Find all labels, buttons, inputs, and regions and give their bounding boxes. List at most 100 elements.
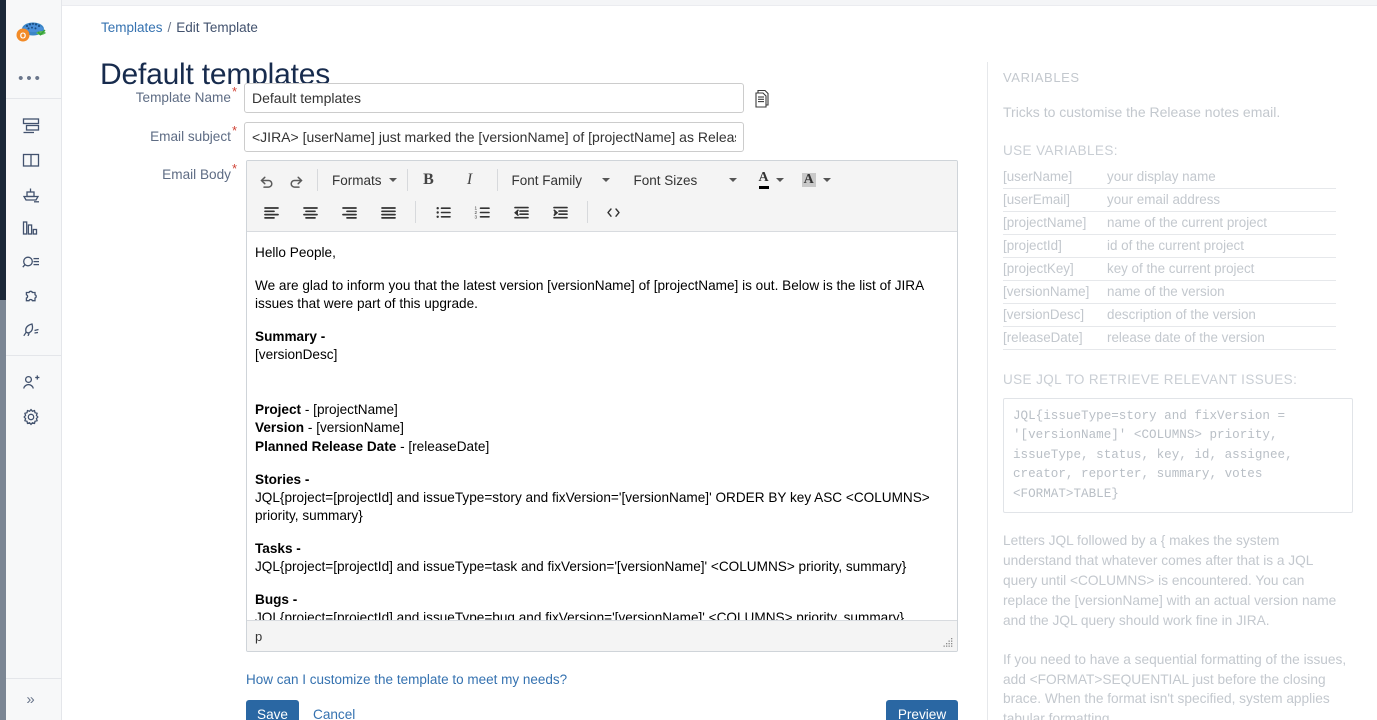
body-summary-heading: Summary - [255, 328, 945, 346]
tasks-heading-text: Tasks - [255, 540, 301, 556]
body-summary-value: [versionDesc] [255, 347, 338, 363]
puzzle-components-icon [25, 290, 37, 302]
sidebar-item-board[interactable] [0, 143, 61, 177]
sidebar-item-reports[interactable] [0, 211, 61, 245]
sidebar-item-issues[interactable] [0, 245, 61, 279]
preview-button[interactable]: Preview [886, 700, 958, 720]
background-color-button[interactable]: A [794, 166, 835, 194]
breadcrumb-separator: / [167, 20, 172, 35]
indent-button[interactable] [546, 198, 574, 226]
source-code-button[interactable] [599, 198, 627, 226]
sidebar-item-rocket[interactable] [0, 313, 61, 347]
cancel-button[interactable]: Cancel [302, 700, 366, 720]
editor-element-path: p [255, 628, 263, 644]
formats-label: Formats [332, 172, 382, 188]
customize-template-help-link[interactable]: How can I customize the template to meet… [246, 672, 567, 687]
align-center-button[interactable] [296, 198, 324, 226]
table-row: [userEmail] your email address [1003, 188, 1336, 212]
bullet-list-button[interactable] [429, 198, 457, 226]
meta-release-date: Planned Release Date - [releaseDate] [255, 438, 945, 456]
variable-key: [userName] [1003, 165, 1107, 189]
numbered-list-icon: 1 2 3 [474, 205, 490, 219]
variable-key: [projectKey] [1003, 257, 1107, 281]
toolbar-separator-1 [317, 169, 318, 191]
toolbar-separator-4 [415, 201, 416, 223]
variable-desc: release date of the version [1107, 326, 1336, 350]
editor-resize-handle[interactable] [943, 638, 953, 648]
outdent-icon [513, 206, 529, 218]
template-name-label: Template Name* [62, 85, 237, 105]
email-body-content[interactable]: Hello People, We are glad to inform you … [247, 232, 957, 620]
project-avatar[interactable]: O [14, 16, 48, 50]
sidebar-item-releases[interactable] [0, 177, 61, 211]
rocket-icon [22, 323, 39, 337]
table-row: [releaseDate] release date of the version [1003, 326, 1336, 350]
save-button[interactable]: Save [246, 700, 299, 720]
align-left-icon [263, 206, 279, 219]
meta-project: Project - [projectName] [255, 401, 945, 419]
copy-icon [755, 89, 769, 108]
bold-button[interactable]: B [415, 166, 443, 194]
redo-button[interactable] [282, 166, 310, 194]
align-justify-button[interactable] [374, 198, 402, 226]
align-center-icon [302, 206, 318, 219]
breadcrumb: Templates / Edit Template [101, 20, 258, 35]
breadcrumb-templates-link[interactable]: Templates [101, 20, 163, 35]
font-family-dropdown[interactable]: Font Family [504, 166, 614, 194]
undo-button[interactable] [252, 166, 280, 194]
variable-desc: description of the version [1107, 303, 1336, 327]
variable-key: [projectName] [1003, 211, 1107, 235]
use-jql-heading: USE JQL TO RETRIEVE RELEVANT ISSUES: [1003, 371, 1298, 387]
add-user-icon [22, 375, 39, 389]
body-bugs-heading: Bugs - [255, 591, 945, 609]
project-avatar-icon: O [16, 22, 46, 42]
sidebar-item-project-settings[interactable] [0, 400, 61, 434]
chevron-down-icon [601, 178, 610, 182]
editor-toolbar: Formats B I Font Family Font Sizes A A 1… [247, 161, 957, 232]
formats-dropdown[interactable]: Formats [324, 166, 401, 194]
email-subject-label: Email subject* [62, 124, 237, 144]
chevron-down-icon [775, 178, 784, 182]
variable-key: [projectId] [1003, 234, 1107, 258]
align-left-button[interactable] [257, 198, 285, 226]
font-sizes-dropdown[interactable]: Font Sizes [626, 166, 741, 194]
use-variables-heading: USE VARIABLES: [1003, 142, 1118, 158]
italic-button[interactable]: I [456, 166, 484, 194]
align-right-button[interactable] [335, 198, 363, 226]
source-code-icon [606, 207, 620, 217]
variable-desc: your email address [1107, 188, 1336, 212]
align-right-icon [341, 206, 357, 219]
text-color-button[interactable]: A [751, 166, 788, 194]
table-row: [projectName] name of the current project [1003, 211, 1336, 235]
variables-note-1: Letters JQL followed by a { makes the sy… [1003, 533, 1337, 628]
variables-panel-divider [987, 62, 988, 720]
body-tasks-jql: JQL{project=[projectId] and issueType=ta… [255, 558, 907, 574]
chevron-down-icon [728, 178, 737, 182]
template-name-input[interactable] [244, 83, 744, 113]
font-sizes-label: Font Sizes [633, 172, 698, 188]
sidebar-expand-button[interactable]: » [0, 678, 61, 720]
main-content: Templates / Edit Template Default template… [62, 0, 1377, 720]
indent-icon [552, 206, 568, 218]
email-subject-input[interactable] [244, 122, 744, 152]
body-tasks-heading: Tasks - [255, 540, 945, 558]
body-stories-jql: JQL{project=[projectId] and issueType=st… [255, 489, 930, 523]
body-intro: We are glad to inform you that the lates… [255, 278, 924, 312]
outdent-button[interactable] [507, 198, 535, 226]
sidebar-item-components[interactable] [0, 279, 61, 313]
top-divider [62, 0, 1377, 6]
text-color-label: A [758, 171, 769, 189]
breadcrumb-current: Edit Template [176, 20, 258, 35]
email-body-label: Email Body* [62, 162, 237, 182]
meta-project-label: Project [255, 402, 302, 418]
copy-template-name-button[interactable] [751, 86, 773, 110]
project-more-menu[interactable]: ••• [0, 66, 61, 90]
redo-icon [290, 176, 303, 188]
variables-panel-subtitle: Tricks to customise the Release notes em… [1003, 104, 1281, 120]
sidebar-item-add-people[interactable] [0, 366, 61, 400]
numbered-list-button[interactable]: 1 2 3 [468, 198, 496, 226]
bold-label: B [423, 171, 434, 188]
email-subject-label-text: Email subject [150, 129, 231, 144]
jql-example-box: JQL{issueType=story and fixVersion = '[v… [1003, 397, 1353, 514]
sidebar-item-backlog[interactable] [0, 109, 61, 143]
